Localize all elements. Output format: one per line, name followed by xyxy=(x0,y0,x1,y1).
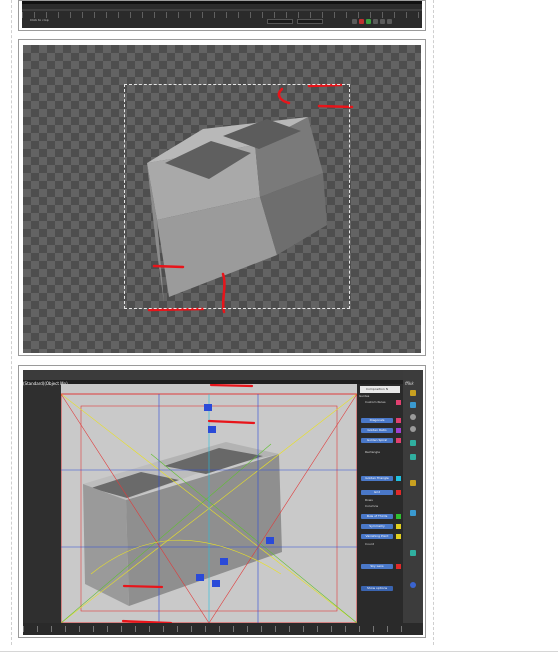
show-options-button[interactable]: Show options xyxy=(361,586,393,591)
panel-button[interactable]: Symmetry xyxy=(361,524,393,529)
play-icon[interactable] xyxy=(352,19,357,24)
color-swatch[interactable] xyxy=(396,534,401,539)
panel-row[interactable]: Rectangle xyxy=(365,450,380,455)
frame-field[interactable] xyxy=(267,19,293,24)
panel-button[interactable]: Grid xyxy=(361,490,393,495)
camera-icon xyxy=(204,404,212,411)
timeline-ruler[interactable] xyxy=(23,626,403,632)
settings-icon[interactable] xyxy=(387,19,392,24)
color-swatch[interactable] xyxy=(396,400,401,405)
next-frame-icon[interactable] xyxy=(380,19,385,24)
color-swatch[interactable] xyxy=(396,524,401,529)
panel-row[interactable]: Custom Rules xyxy=(365,400,386,405)
screenshot-viewport: (Standard)(Object Mo) Composition N Guid… xyxy=(18,365,426,638)
eye-icon[interactable] xyxy=(410,454,416,460)
annotation-mark xyxy=(209,383,254,388)
panel-row[interactable]: Rows xyxy=(365,498,373,503)
annotation-mark xyxy=(122,584,164,589)
timeline-ruler[interactable] xyxy=(22,12,422,18)
timeline-track[interactable] xyxy=(22,9,422,11)
grid-icon[interactable] xyxy=(410,426,416,432)
panel-button[interactable]: Rule of Thirds xyxy=(361,514,393,519)
key-icon[interactable] xyxy=(366,19,371,24)
panel-title[interactable]: Composition N xyxy=(360,386,400,393)
color-swatch[interactable] xyxy=(396,428,401,433)
camera-icon[interactable] xyxy=(410,480,416,486)
divider xyxy=(0,651,558,652)
panel-button[interactable]: Vanishing Point xyxy=(361,534,393,539)
annotation-mark xyxy=(147,307,205,312)
render-icon[interactable] xyxy=(410,582,416,588)
color-swatch[interactable] xyxy=(396,418,401,423)
viewport-render xyxy=(60,383,358,625)
camera-icon xyxy=(220,558,228,565)
app-window: (Standard)(Object Mo) Composition N Guid… xyxy=(23,370,423,635)
settings-icon[interactable] xyxy=(410,402,416,408)
viewport-edge xyxy=(22,1,422,4)
panel-button[interactable]: Golden Ratio xyxy=(361,428,393,433)
target-icon[interactable] xyxy=(410,414,416,420)
record-icon[interactable] xyxy=(359,19,364,24)
time-field[interactable] xyxy=(297,19,323,24)
camera-icon xyxy=(266,537,274,544)
panel-section: Guides xyxy=(359,394,370,398)
screenshot-crop xyxy=(18,39,426,356)
panel-button[interactable]: Golden Spiral xyxy=(361,438,393,443)
screenshot-timeline: Click to crop xyxy=(18,0,426,31)
prev-frame-icon[interactable] xyxy=(373,19,378,24)
camera-icon xyxy=(208,426,216,433)
layers-icon[interactable] xyxy=(410,390,416,396)
composition-panel: Composition N Guides Custom Rules Diagon… xyxy=(357,384,403,623)
color-swatch[interactable] xyxy=(396,476,401,481)
viewport-left-margin xyxy=(23,384,61,623)
color-swatch[interactable] xyxy=(396,514,401,519)
brand-label: ffikk xyxy=(405,381,414,386)
panel-button[interactable]: Sky Lens xyxy=(361,564,393,569)
right-toolbar: ffikk xyxy=(403,370,423,623)
crop-marquee[interactable] xyxy=(124,84,350,309)
color-swatch[interactable] xyxy=(396,490,401,495)
light-icon[interactable] xyxy=(410,440,416,446)
camera-icon xyxy=(212,580,220,587)
block-front-face xyxy=(83,484,129,606)
color-swatch[interactable] xyxy=(396,438,401,443)
anchor-icon[interactable] xyxy=(410,510,416,516)
panel-button[interactable]: Diagonals xyxy=(361,418,393,423)
timeline-panel: Click to crop xyxy=(22,1,422,28)
menu-bar[interactable] xyxy=(23,370,423,380)
panel-button[interactable]: Golden Triangle xyxy=(361,476,393,481)
annotation-mark xyxy=(207,419,256,425)
link-icon[interactable] xyxy=(410,550,416,556)
viewport[interactable] xyxy=(60,383,358,625)
panel-row[interactable]: Count xyxy=(365,542,374,547)
camera-icon xyxy=(196,574,204,581)
status-text: Click to crop xyxy=(30,18,49,22)
color-swatch[interactable] xyxy=(396,564,401,569)
panel-row[interactable]: Columns xyxy=(365,504,378,509)
playback-controls xyxy=(352,19,392,24)
